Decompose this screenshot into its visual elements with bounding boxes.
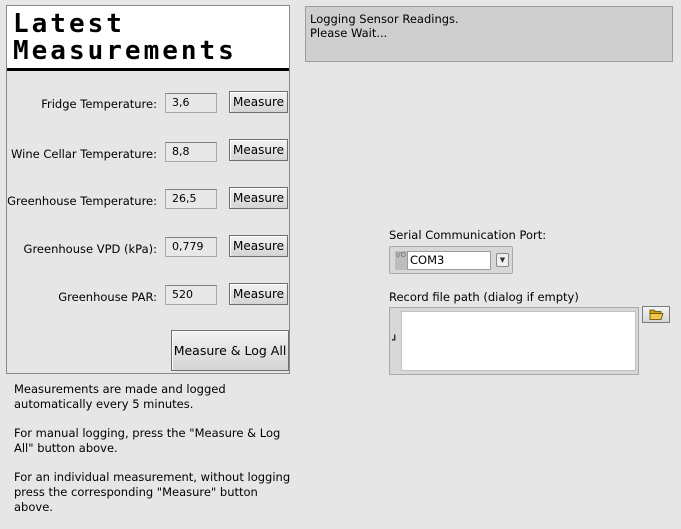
- measure-greenhouse-par-button[interactable]: Measure: [229, 283, 288, 305]
- record-path-label: Record file path (dialog if empty): [389, 290, 579, 304]
- browse-button[interactable]: [642, 306, 670, 323]
- greenhouse-temperature-value: 26,5: [165, 189, 217, 209]
- record-path-input[interactable]: [401, 311, 636, 371]
- instructions-paragraph-3: For an individual measurement, without l…: [14, 470, 291, 514]
- measure-fridge-button[interactable]: Measure: [229, 91, 288, 113]
- measure-greenhouse-vpd-button[interactable]: Measure: [229, 235, 288, 257]
- greenhouse-temperature-label: Greenhouse Temperature:: [7, 194, 157, 208]
- measurements-panel: Latest Measurements Fridge Temperature: …: [6, 5, 290, 374]
- greenhouse-par-label: Greenhouse PAR:: [58, 290, 157, 304]
- serial-port-label: Serial Communication Port:: [389, 228, 547, 242]
- greenhouse-vpd-label: Greenhouse VPD (kPa):: [23, 242, 157, 256]
- instructions-paragraph-2: For manual logging, press the "Measure &…: [14, 426, 281, 455]
- path-icon: ┛: [392, 336, 398, 346]
- io-icon: I/O: [395, 251, 407, 270]
- serial-port-control: I/O COM3 ▼: [389, 246, 513, 274]
- greenhouse-par-value: 520: [165, 285, 217, 305]
- instructions-paragraph-1: Measurements are made and logged automat…: [14, 382, 226, 411]
- fridge-temperature-value: 3,6: [165, 93, 217, 113]
- status-line-1: Logging Sensor Readings.: [310, 12, 459, 26]
- folder-open-icon: [649, 309, 664, 320]
- instructions-text: Measurements are made and logged automat…: [14, 382, 294, 529]
- greenhouse-vpd-value: 0,779: [165, 237, 217, 257]
- fridge-temperature-label: Fridge Temperature:: [41, 97, 157, 111]
- title-line-1: Latest: [13, 9, 125, 39]
- measure-wine-cellar-button[interactable]: Measure: [229, 139, 288, 161]
- wine-cellar-temperature-value: 8,8: [165, 142, 217, 162]
- status-display: Logging Sensor Readings. Please Wait...: [305, 6, 673, 62]
- measure-and-log-all-button[interactable]: Measure & Log All: [171, 330, 289, 371]
- record-path-control: ┛: [389, 307, 639, 375]
- wine-cellar-temperature-label: Wine Cellar Temperature:: [11, 147, 157, 161]
- status-line-2: Please Wait...: [310, 26, 388, 40]
- panel-title: Latest Measurements: [7, 6, 289, 71]
- measure-greenhouse-temperature-button[interactable]: Measure: [229, 187, 288, 209]
- serial-port-select[interactable]: COM3: [407, 251, 491, 270]
- chevron-down-icon[interactable]: ▼: [496, 253, 509, 267]
- title-line-2: Measurements: [13, 36, 237, 66]
